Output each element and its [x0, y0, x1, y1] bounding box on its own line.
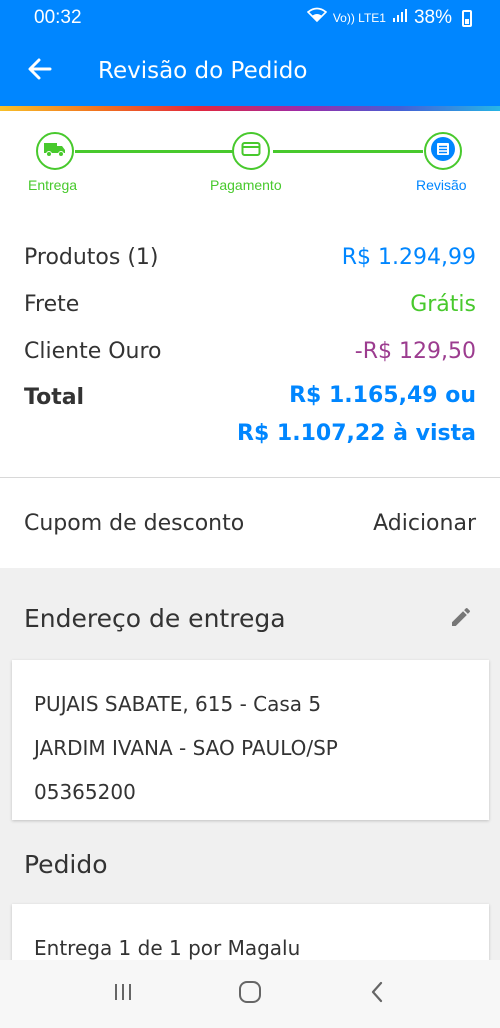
system-nav-bar — [0, 960, 500, 1028]
wifi-icon — [306, 7, 328, 29]
signal-icon — [392, 7, 408, 29]
summary-row-products: Produtos (1) R$ 1.294,99 — [24, 245, 476, 270]
back-nav-button[interactable] — [347, 964, 407, 1024]
summary-row-shipping: Frete Grátis — [24, 292, 476, 317]
order-title: Pedido — [24, 850, 108, 879]
details-section: Endereço de entrega PUJAIS SABATE, 615 -… — [0, 568, 500, 984]
address-title: Endereço de entrega — [24, 604, 286, 633]
edit-address-button[interactable] — [446, 604, 476, 634]
summary-row-total: Total R$ 1.165,49 ou R$ 1.107,22 à vista — [24, 383, 476, 453]
battery-percent: 38% — [413, 7, 452, 28]
checkout-stepper: Entrega Pagamento Revisão — [0, 111, 500, 215]
address-line-2: JARDIM IVANA - SAO PAULO/SP — [34, 736, 338, 760]
address-line-3: 05365200 — [34, 780, 136, 804]
products-value: R$ 1.294,99 — [341, 245, 476, 270]
step-connector — [273, 150, 423, 153]
summary-row-gold: Cliente Ouro -R$ 129,50 — [24, 339, 476, 364]
order-summary: Produtos (1) R$ 1.294,99 Frete Grátis Cl… — [0, 215, 500, 477]
total-cash-value: R$ 1.107,22 à vista — [237, 421, 476, 446]
address-card: PUJAIS SABATE, 615 - Casa 5 JARDIM IVANA… — [12, 660, 489, 820]
shipping-value: Grátis — [410, 292, 476, 317]
chevron-left-icon — [369, 981, 385, 1008]
home-button[interactable] — [220, 964, 280, 1024]
gold-discount-value: -R$ 129,50 — [354, 339, 476, 364]
step-entrega[interactable] — [36, 132, 74, 170]
back-button[interactable] — [0, 36, 80, 106]
list-icon — [430, 136, 456, 167]
status-time: 00:32 — [34, 7, 82, 28]
total-value-block: R$ 1.165,49 ou R$ 1.107,22 à vista — [237, 377, 476, 453]
address-line-1: PUJAIS SABATE, 615 - Casa 5 — [34, 692, 322, 716]
products-label: Produtos (1) — [24, 245, 159, 270]
status-indicators: Vo)) LTE1 38% — [306, 7, 472, 29]
home-icon — [238, 980, 262, 1009]
pencil-icon — [449, 605, 473, 634]
add-coupon-button[interactable]: Adicionar — [373, 511, 476, 536]
step-label-entrega: Entrega — [28, 177, 78, 193]
recent-apps-icon — [112, 982, 134, 1007]
coupon-label: Cupom de desconto — [24, 510, 245, 536]
app-bar: Revisão do Pedido — [0, 36, 500, 106]
network-label: Vo)) LTE1 — [332, 11, 386, 25]
total-value: R$ 1.165,49 ou — [289, 383, 476, 408]
shipping-label: Frete — [24, 292, 80, 317]
total-label: Total — [24, 385, 85, 410]
recent-apps-button[interactable] — [93, 964, 153, 1024]
delivery-text: Entrega 1 de 1 por Magalu — [34, 936, 301, 960]
step-revisao[interactable] — [424, 132, 462, 170]
coupon-row[interactable]: Cupom de desconto Adicionar — [0, 478, 500, 568]
page-title: Revisão do Pedido — [98, 58, 308, 84]
card-icon — [241, 141, 261, 162]
arrow-left-icon — [27, 56, 53, 87]
step-label-revisao: Revisão — [416, 177, 467, 193]
battery-icon — [462, 9, 472, 27]
gold-label: Cliente Ouro — [24, 339, 162, 364]
step-pagamento[interactable] — [232, 132, 270, 170]
step-label-pagamento: Pagamento — [210, 177, 282, 193]
truck-icon — [44, 141, 66, 162]
step-connector — [75, 150, 235, 153]
status-bar: 00:32 Vo)) LTE1 38% — [0, 0, 500, 36]
